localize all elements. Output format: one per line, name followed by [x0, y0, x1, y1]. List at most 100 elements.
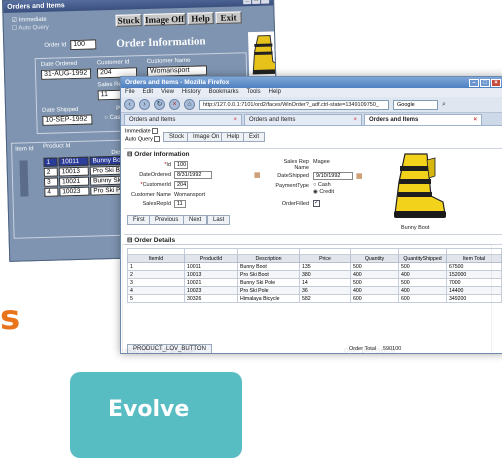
customer-id-label: *CustomerId: [140, 182, 171, 188]
tab-orders-3[interactable]: Orders and Items ×: [364, 114, 482, 125]
search-icon[interactable]: ⌕: [442, 101, 446, 109]
product-caption: Bunny Boot: [401, 225, 430, 231]
id-input[interactable]: 100: [174, 161, 188, 169]
legacy-item-product: 10013: [58, 166, 89, 177]
search-box[interactable]: Google: [393, 99, 438, 110]
legacy-col-product: Product Id: [43, 143, 71, 150]
stop-icon[interactable]: ×: [169, 99, 180, 110]
date-shipped-label: DateShipped: [277, 173, 309, 179]
menu-bar: File Edit View History Bookmarks Tools H…: [121, 88, 502, 97]
legacy-order-id-label: Order Id: [44, 42, 67, 49]
order-info-title: Order Information: [134, 151, 190, 158]
help-button[interactable]: Help: [221, 132, 246, 142]
reload-icon[interactable]: ↻: [154, 99, 165, 110]
previous-button[interactable]: Previous: [149, 215, 185, 225]
menu-history[interactable]: History: [182, 89, 201, 96]
navigation-toolbar: ‹ › ↻ × ⌂ http://127.0.0.1:7101/ord2/fac…: [121, 97, 502, 113]
close-tab-icon[interactable]: ×: [233, 117, 237, 123]
next-button[interactable]: Next: [183, 215, 208, 225]
menu-bookmarks[interactable]: Bookmarks: [209, 89, 239, 96]
url-bar[interactable]: http://127.0.0.1:7101/ord2/faces/WinOrde…: [199, 99, 389, 110]
legacy-help-button[interactable]: Help: [187, 12, 214, 25]
legacy-title: Orders and Items: [7, 1, 65, 11]
minimize-icon[interactable]: _: [243, 0, 252, 5]
legacy-item-id: 2: [43, 167, 58, 177]
immediate-checkbox[interactable]: [152, 128, 159, 134]
first-button[interactable]: First: [127, 215, 151, 225]
date-ordered-input[interactable]: 8/31/1992: [174, 171, 212, 179]
close-icon[interactable]: ×: [261, 0, 270, 4]
image-on-button[interactable]: Image On: [187, 132, 226, 142]
date-shipped-input[interactable]: 9/10/1992: [313, 172, 353, 180]
order-filled-label: OrderFilled: [281, 201, 309, 207]
menu-edit[interactable]: Edit: [143, 89, 153, 96]
legacy-item-product: 10011: [58, 156, 89, 167]
close-tab-icon[interactable]: ×: [353, 117, 357, 123]
immediate-label: Immediate: [125, 128, 151, 135]
order-filled-checkbox[interactable]: ✓: [313, 200, 320, 207]
credit-label: Credit: [319, 189, 334, 195]
legacy-date-ordered-label: Date Ordered: [40, 60, 78, 68]
legacy-customer-name-label: Customer Name: [146, 57, 191, 65]
customer-id-input[interactable]: 204: [174, 181, 188, 189]
maximize-icon[interactable]: □: [252, 0, 261, 5]
legacy-window-controls: _□×: [242, 0, 270, 5]
legacy-order-heading: Order Information: [116, 35, 206, 50]
calendar-icon[interactable]: ▦: [356, 172, 363, 180]
legacy-item-product: 10021: [58, 176, 90, 187]
order-info-header: ⊟ Order Information: [127, 151, 190, 158]
forward-icon[interactable]: ›: [139, 99, 150, 110]
tab-orders-1[interactable]: Orders and Items ×: [124, 114, 242, 125]
minimize-icon[interactable]: –: [469, 78, 479, 87]
legacy-item-id: 1: [43, 157, 58, 167]
legacy-image-off-button[interactable]: Image Off: [143, 12, 186, 27]
legacy-date-shipped-label: Date Shipped: [42, 106, 79, 114]
legacy-exit-button[interactable]: Exit: [215, 11, 242, 25]
home-icon[interactable]: ⌂: [184, 99, 195, 110]
legacy-item-product: 10023: [59, 186, 90, 197]
auto-query-checkbox[interactable]: [154, 136, 161, 142]
evolve-label: Evolve: [108, 397, 190, 422]
back-icon[interactable]: ‹: [124, 99, 135, 110]
maximize-icon[interactable]: □: [480, 78, 490, 87]
immediate-row: Immediate: [125, 128, 159, 135]
close-tab-icon[interactable]: ×: [473, 117, 477, 123]
divider: [124, 148, 502, 149]
tab-orders-2[interactable]: Orders and Items ×: [244, 114, 362, 125]
exit-button[interactable]: Exit: [243, 132, 266, 142]
menu-file[interactable]: File: [125, 89, 135, 96]
sales-rep-name-label: Sales Rep Name: [283, 159, 309, 171]
orange-letter: s: [0, 298, 21, 338]
legacy-date-ordered-field[interactable]: 31-AUG-1992: [40, 68, 92, 80]
reflection-total-text: Order Total 590100: [344, 346, 396, 352]
legacy-item-id: 4: [44, 187, 59, 197]
auto-query-label: Auto Query: [125, 136, 153, 143]
legacy-order-id-field[interactable]: 100: [70, 39, 97, 51]
sales-rep-id-label: SalesRepId: [142, 201, 171, 207]
legacy-immediate-checkbox[interactable]: ☑ Immediate: [11, 16, 46, 24]
menu-tools[interactable]: Tools: [247, 89, 261, 96]
tab-label: Orders and Items: [129, 117, 176, 123]
legacy-boot-image: [247, 31, 282, 79]
credit-radio[interactable]: ◉ Credit: [313, 189, 334, 195]
legacy-customer-id-label: Customer Id: [96, 59, 130, 67]
cash-radio[interactable]: ○ Cash: [313, 182, 331, 188]
payment-type-label: PaymentType: [275, 183, 309, 189]
legacy-auto-query-checkbox[interactable]: ☐ Auto Query: [12, 24, 49, 32]
cash-label: Cash: [317, 182, 331, 188]
menu-view[interactable]: View: [161, 89, 174, 96]
legacy-row-indicator: [19, 160, 29, 197]
stock-button[interactable]: Stock: [163, 132, 191, 142]
firefox-title: Orders and Items - Mozilla Firefox: [125, 79, 230, 86]
legacy-stuck-button[interactable]: Stuck: [115, 14, 142, 27]
legacy-immediate-label: Immediate: [18, 16, 47, 24]
tab-label: Orders and Items: [249, 117, 296, 123]
legacy-date-shipped-field[interactable]: 10-SEP-1992: [42, 114, 93, 126]
calendar-icon[interactable]: ▦: [254, 171, 261, 179]
last-button[interactable]: Last: [207, 215, 231, 225]
sales-rep-id-input[interactable]: 11: [174, 200, 186, 208]
menu-help[interactable]: Help: [269, 89, 281, 96]
legacy-auto-query-label: Auto Query: [18, 24, 49, 32]
close-icon[interactable]: ×: [491, 78, 501, 87]
boot-image-icon: [252, 35, 280, 75]
